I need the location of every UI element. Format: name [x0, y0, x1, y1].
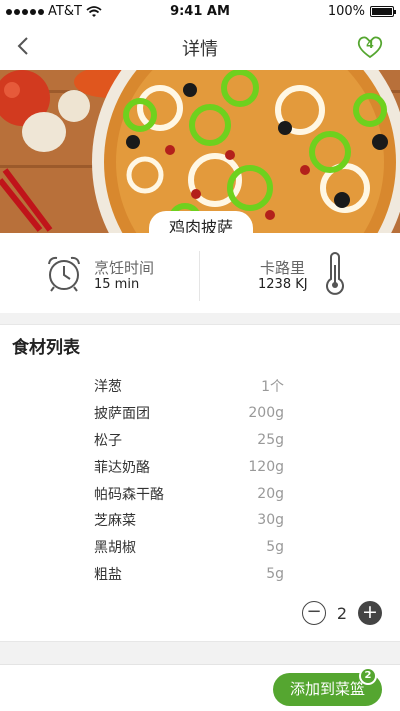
ingredient-card: 食材列表 洋葱 1个 披萨面团 200g 松子 25g 菲达奶酪 120g 帕码森干酪 2… — [0, 324, 400, 642]
ingredient-name: 松子 — [94, 432, 122, 449]
page-title: 详情 — [182, 39, 218, 60]
calorie-value: 1238 KJ — [258, 277, 308, 292]
battery-icon — [370, 6, 396, 17]
ingredient-row: 松子 25g — [94, 427, 284, 454]
battery-percent: 100% — [327, 4, 365, 19]
ingredient-name: 黑胡椒 — [94, 540, 136, 557]
ingredient-name: 菲达奶酪 — [94, 459, 150, 476]
ingredient-name: 洋葱 — [94, 379, 122, 396]
ingredient-row: 披萨面团 200g — [94, 400, 284, 427]
battery-fill — [372, 8, 392, 15]
ingredient-qty: 200g — [248, 405, 284, 422]
quantity-value: 2 — [336, 604, 348, 623]
navigation-bar: 详情 4 — [0, 22, 400, 70]
favorite-count: 4 — [366, 38, 374, 51]
status-right: 100% — [327, 4, 396, 19]
ingredient-name: 芝麻菜 — [94, 513, 136, 530]
ingredient-qty: 120g — [248, 458, 284, 475]
thermometer-icon — [326, 252, 344, 295]
bottom-bar: 添加到菜篮 2 — [0, 664, 400, 711]
ingredient-list: 洋葱 1个 披萨面团 200g 松子 25g 菲达奶酪 120g 帕码森干酪 20g 芝麻… — [94, 373, 284, 587]
info-divider — [199, 251, 200, 301]
ingredient-row: 菲达奶酪 120g — [94, 453, 284, 480]
basket-count-badge: 2 — [359, 667, 377, 685]
ingredient-name: 粗盐 — [94, 566, 122, 583]
ingredient-qty: 30g — [257, 512, 284, 529]
alarm-clock-icon — [48, 256, 80, 292]
decrease-quantity-button[interactable]: − — [302, 601, 326, 625]
dish-info-card: 烹饪时间 15 min 卡路里 1238 KJ — [0, 233, 400, 313]
dish-photo — [0, 70, 400, 233]
cook-time-label: 烹饪时间 — [94, 259, 155, 277]
ingredient-qty: 5g — [266, 539, 284, 556]
calorie-label: 卡路里 — [260, 259, 306, 277]
status-bar: AT&T 9:41 AM 100% — [0, 0, 400, 22]
ingredient-row: 芝麻菜 30g — [94, 507, 284, 534]
ingredient-qty: 20g — [257, 485, 284, 502]
increase-quantity-button[interactable]: + — [358, 601, 382, 625]
ingredient-qty: 25g — [257, 431, 284, 448]
ingredient-name: 披萨面团 — [94, 406, 150, 423]
ingredient-row: 洋葱 1个 — [94, 373, 284, 400]
ingredient-row: 黑胡椒 5g — [94, 534, 284, 561]
cook-time-value: 15 min — [94, 277, 140, 292]
ingredient-row: 帕码森干酪 20g — [94, 480, 284, 507]
ingredient-row: 粗盐 5g — [94, 561, 284, 588]
ingredient-list-title: 食材列表 — [12, 338, 80, 358]
ingredient-name: 帕码森干酪 — [94, 486, 164, 503]
ingredient-qty: 5g — [266, 565, 284, 582]
ingredient-qty: 1个 — [261, 379, 284, 396]
